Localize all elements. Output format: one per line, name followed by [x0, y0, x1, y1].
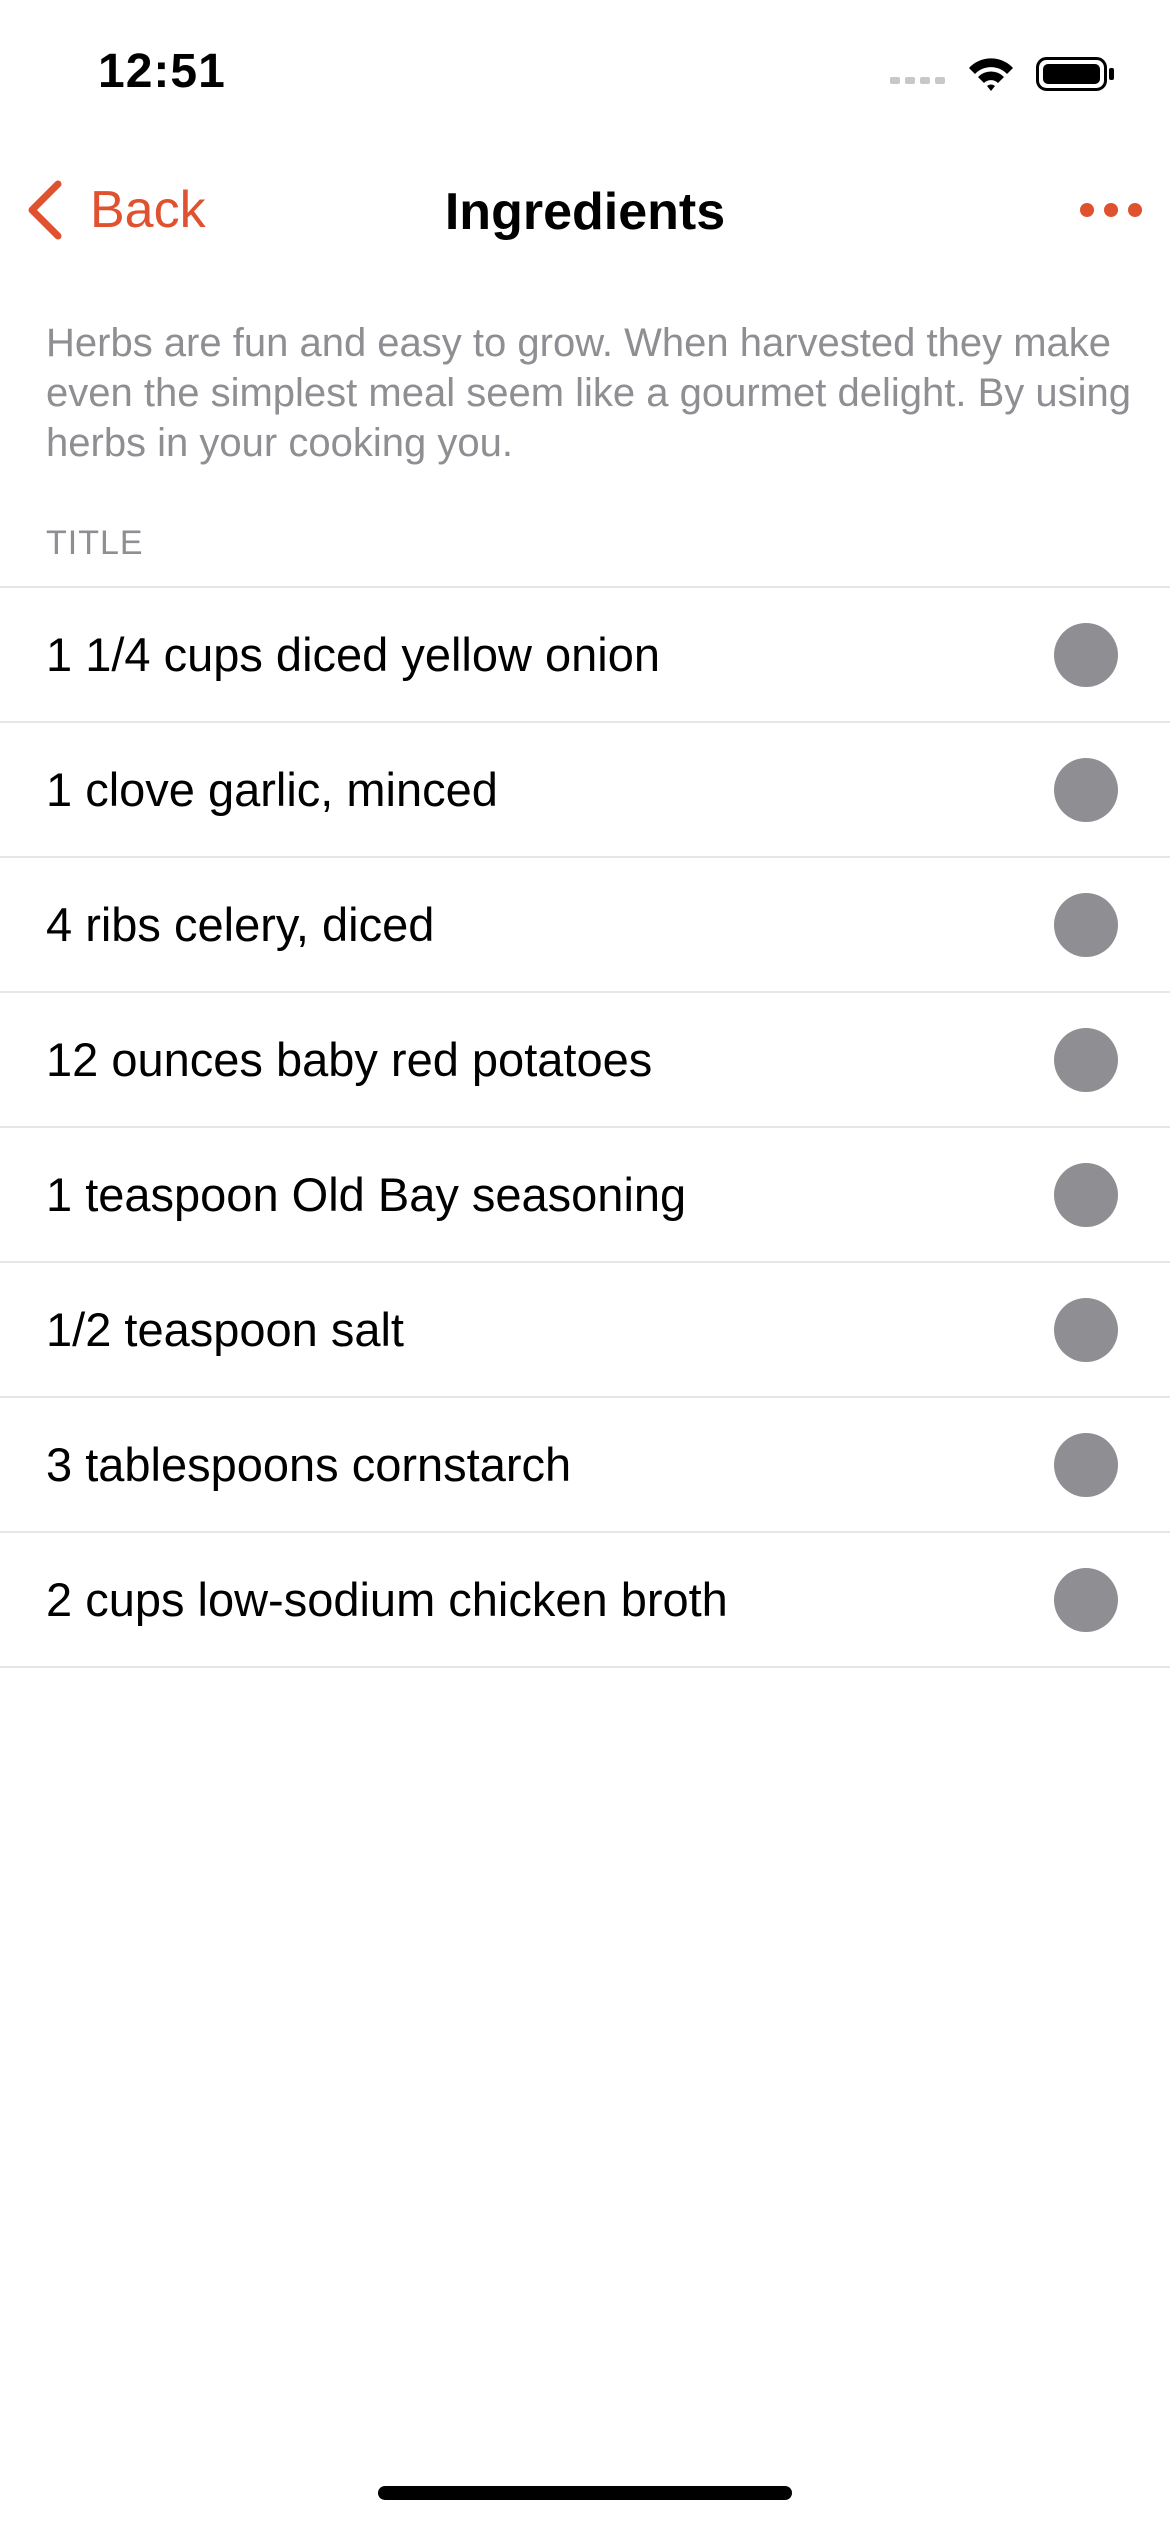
- more-options-button[interactable]: [1078, 190, 1144, 230]
- ingredient-label: 1 1/4 cups diced yellow onion: [46, 628, 661, 681]
- ingredient-row[interactable]: 1 clove garlic, minced: [0, 723, 1170, 858]
- recipe-description: Herbs are fun and easy to grow. When har…: [46, 321, 1131, 465]
- ingredient-label: 2 cups low-sodium chicken broth: [46, 1573, 728, 1626]
- ingredient-row[interactable]: 1 1/4 cups diced yellow onion: [0, 588, 1170, 723]
- section-header: TITLE: [46, 524, 144, 562]
- ingredient-label: 12 ounces baby red potatoes: [46, 1033, 653, 1086]
- ingredient-list: 1 1/4 cups diced yellow onion 1 clove ga…: [0, 586, 1170, 1668]
- status-bar: 12:51: [0, 0, 1170, 140]
- ingredient-check-circle[interactable]: [1054, 893, 1118, 957]
- ingredient-check-circle[interactable]: [1054, 623, 1118, 687]
- ingredient-row[interactable]: 2 cups low-sodium chicken broth: [0, 1533, 1170, 1668]
- ingredient-check-circle[interactable]: [1054, 1028, 1118, 1092]
- status-time: 12:51: [98, 45, 226, 98]
- battery-icon: [1036, 54, 1116, 94]
- ingredient-check-circle[interactable]: [1054, 1433, 1118, 1497]
- ingredient-label: 4 ribs celery, diced: [46, 898, 435, 951]
- navigation-bar: Back Ingredients: [0, 160, 1170, 260]
- ingredient-row[interactable]: 4 ribs celery, diced: [0, 858, 1170, 993]
- ingredient-label: 1 teaspoon Old Bay seasoning: [46, 1168, 687, 1221]
- ingredient-label: 1 clove garlic, minced: [46, 763, 498, 816]
- ingredient-row[interactable]: 12 ounces baby red potatoes: [0, 993, 1170, 1128]
- ingredient-check-circle[interactable]: [1054, 1163, 1118, 1227]
- cellular-signal-icon: [890, 64, 946, 84]
- status-icons: [890, 52, 1116, 96]
- ingredient-label: 3 tablespoons cornstarch: [46, 1438, 572, 1491]
- ingredient-row[interactable]: 1 teaspoon Old Bay seasoning: [0, 1128, 1170, 1263]
- ingredient-check-circle[interactable]: [1054, 758, 1118, 822]
- ellipsis-icon: [1078, 190, 1144, 230]
- home-indicator[interactable]: [378, 2486, 792, 2500]
- page-title: Ingredients: [444, 183, 726, 241]
- ingredient-row[interactable]: 1/2 teaspoon salt: [0, 1263, 1170, 1398]
- ingredient-check-circle[interactable]: [1054, 1298, 1118, 1362]
- ingredient-label: 1/2 teaspoon salt: [46, 1303, 404, 1356]
- ingredient-check-circle[interactable]: [1054, 1568, 1118, 1632]
- wifi-icon: [966, 55, 1016, 93]
- ingredient-row[interactable]: 3 tablespoons cornstarch: [0, 1398, 1170, 1533]
